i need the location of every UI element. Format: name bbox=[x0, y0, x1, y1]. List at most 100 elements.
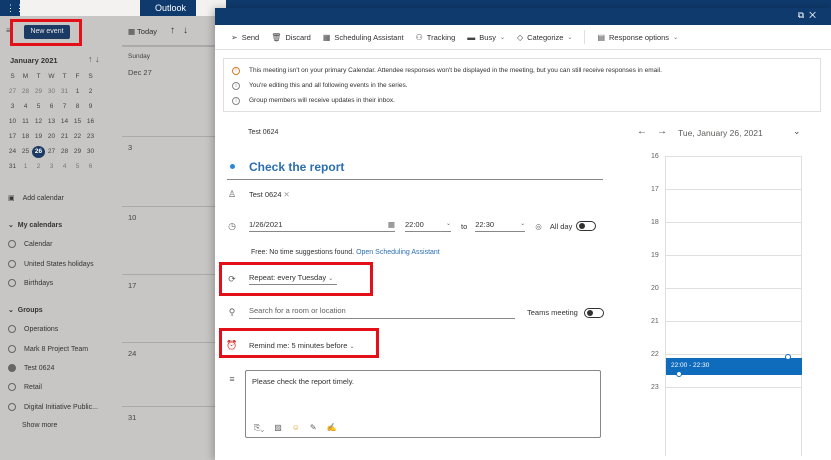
categorize-dropdown[interactable]: ◇ Categorize ⌄ bbox=[517, 33, 572, 42]
mini-calendar-day[interactable]: 4 bbox=[19, 101, 32, 113]
tracking-button[interactable]: ⚇ Tracking bbox=[416, 33, 456, 42]
mini-calendar-day[interactable]: 5 bbox=[32, 101, 45, 113]
mini-calendar-day[interactable]: 25 bbox=[19, 146, 32, 158]
end-time-select[interactable]: 22:30 ⌄ bbox=[475, 220, 526, 232]
mini-calendar-day[interactable]: 30 bbox=[45, 86, 58, 98]
mini-calendar-day[interactable]: 1 bbox=[19, 161, 32, 173]
event-body-editor[interactable]: Please check the report timely. ⎘⌄ ▨ ☺ ✎… bbox=[245, 370, 601, 438]
mini-calendar-day[interactable]: 3 bbox=[6, 101, 19, 113]
group-item-digital[interactable]: Digital Initiative Public... bbox=[8, 403, 98, 411]
mini-calendar-day[interactable]: 3 bbox=[45, 161, 58, 173]
open-scheduling-assistant-link[interactable]: Open Scheduling Assistant bbox=[356, 249, 440, 256]
search-box[interactable] bbox=[20, 0, 140, 16]
mini-calendar-day[interactable]: 11 bbox=[19, 116, 32, 128]
mini-calendar-day[interactable]: 12 bbox=[32, 116, 45, 128]
image-icon[interactable]: ▨ bbox=[274, 423, 282, 433]
mini-calendar-day[interactable]: 9 bbox=[84, 101, 97, 113]
location-pin-icon: ⚲ bbox=[228, 307, 236, 317]
mini-calendar-nav-icons[interactable]: ↑ ↓ bbox=[88, 54, 100, 64]
signature-icon[interactable]: ✍ bbox=[327, 423, 337, 433]
day-view-date[interactable]: Tue, January 26, 2021 bbox=[678, 128, 763, 138]
scheduling-assistant-button[interactable]: ▦ Scheduling Assistant bbox=[323, 33, 404, 42]
calendar-item-birthdays[interactable]: Birthdays bbox=[8, 279, 53, 287]
title-row[interactable]: Check the report bbox=[227, 158, 603, 180]
mini-calendar-day[interactable]: 14 bbox=[58, 116, 71, 128]
send-icon: ➢ bbox=[231, 32, 238, 42]
response-options-dropdown[interactable]: ▤ Response options ⌄ bbox=[597, 33, 678, 42]
attendees-row[interactable]: ♙ Test 0624 ✕ bbox=[225, 189, 290, 200]
scheduled-event-block[interactable]: 22:00 - 22:30 bbox=[666, 358, 802, 375]
calendar-item-calendar[interactable]: Calendar bbox=[8, 240, 52, 248]
format-icon[interactable]: ✎ bbox=[310, 423, 317, 433]
group-item-retail[interactable]: Retail bbox=[8, 383, 42, 391]
mini-calendar-day[interactable]: 20 bbox=[45, 131, 58, 143]
mini-calendar-day[interactable]: 22 bbox=[71, 131, 84, 143]
show-more-link[interactable]: Show more bbox=[22, 422, 57, 429]
mini-calendar-day[interactable]: 1 bbox=[71, 86, 84, 98]
add-calendar-link[interactable]: ▣ Add calendar bbox=[8, 194, 64, 203]
mini-calendar-day[interactable]: 27 bbox=[6, 86, 19, 98]
mini-calendar-day[interactable]: 6 bbox=[45, 101, 58, 113]
mini-calendar-day[interactable]: 31 bbox=[6, 161, 19, 173]
all-day-toggle[interactable] bbox=[576, 221, 597, 231]
mini-calendar-day[interactable]: 8 bbox=[71, 101, 84, 113]
calendar-name[interactable]: Test 0624 bbox=[248, 129, 278, 136]
group-item-operations[interactable]: Operations bbox=[8, 325, 58, 333]
chevron-down-icon[interactable]: ⌄ bbox=[793, 126, 801, 137]
mini-calendar-day[interactable]: 29 bbox=[71, 146, 84, 158]
popout-icon[interactable]: ⧉ bbox=[798, 10, 809, 20]
groups-header[interactable]: ⌄ Groups bbox=[8, 306, 43, 314]
group-item-mark8[interactable]: Mark 8 Project Team bbox=[8, 345, 88, 353]
group-item-test0624[interactable]: Test 0624 bbox=[8, 364, 54, 372]
mini-calendar-day[interactable]: 16 bbox=[84, 116, 97, 128]
mini-calendar-day[interactable]: 26 bbox=[32, 146, 45, 158]
event-resize-handle[interactable] bbox=[676, 371, 682, 377]
mini-calendar-day[interactable]: 31 bbox=[58, 86, 71, 98]
mini-calendar-day[interactable]: 7 bbox=[58, 101, 71, 113]
mini-calendar-day[interactable]: 30 bbox=[84, 146, 97, 158]
circle-icon bbox=[8, 279, 16, 287]
emoji-icon[interactable]: ☺ bbox=[292, 423, 300, 433]
start-time-select[interactable]: 22:00 ⌄ bbox=[405, 220, 451, 232]
date-picker[interactable]: 1/26/2021 ▦ bbox=[249, 220, 395, 232]
location-input[interactable]: Search for a room or location bbox=[249, 306, 515, 319]
mini-calendar-grid: S M T W T F S 27 28 29 30 31 1 2 3 4 5 6 7 8 9 10 11 12 13 14 15 16… bbox=[6, 71, 97, 173]
mini-calendar-day[interactable]: 13 bbox=[45, 116, 58, 128]
mini-calendar-day[interactable]: 4 bbox=[58, 161, 71, 173]
send-button[interactable]: ➢ Send bbox=[231, 33, 259, 42]
mini-calendar-day[interactable]: 17 bbox=[6, 131, 19, 143]
teams-meeting-toggle[interactable] bbox=[583, 307, 604, 318]
mini-calendar-day[interactable]: 24 bbox=[6, 146, 19, 158]
mini-calendar-day[interactable]: 23 bbox=[84, 131, 97, 143]
mini-calendar-day[interactable]: 5 bbox=[71, 161, 84, 173]
mini-calendar-day[interactable]: 27 bbox=[45, 146, 58, 158]
mini-calendar-day[interactable]: 6 bbox=[84, 161, 97, 173]
event-resize-handle[interactable] bbox=[785, 354, 791, 360]
mini-calendar-day[interactable]: 29 bbox=[32, 86, 45, 98]
weekday-label: T bbox=[36, 73, 41, 80]
discard-button[interactable]: 🗑 Discard bbox=[271, 33, 311, 42]
event-body-text[interactable]: Please check the report timely. bbox=[252, 377, 354, 386]
mini-calendar-day[interactable]: 2 bbox=[32, 161, 45, 173]
mini-calendar-day[interactable]: 2 bbox=[84, 86, 97, 98]
attendee-chip[interactable]: Test 0624 bbox=[249, 190, 282, 199]
close-icon[interactable]: ✕ bbox=[809, 10, 821, 20]
mini-calendar-day[interactable]: 10 bbox=[6, 116, 19, 128]
event-title-input[interactable]: Check the report bbox=[249, 160, 344, 174]
mini-calendar-day[interactable]: 28 bbox=[58, 146, 71, 158]
attach-icon[interactable]: ⎘⌄ bbox=[254, 423, 264, 433]
mini-calendar-day[interactable]: 15 bbox=[71, 116, 84, 128]
mini-calendar-day[interactable]: 21 bbox=[58, 131, 71, 143]
nav-arrows-icon[interactable]: ↑↓ bbox=[170, 25, 196, 36]
day-view-nav-arrows-icon[interactable]: ←→ bbox=[637, 126, 677, 137]
calendar-item-holidays[interactable]: United States holidays bbox=[8, 260, 94, 268]
today-button[interactable]: ▦ Today bbox=[128, 27, 157, 36]
info-icon: i bbox=[232, 81, 240, 90]
busy-dropdown[interactable]: ▬ Busy ⌄ bbox=[467, 33, 505, 42]
mini-calendar-day[interactable]: 19 bbox=[32, 131, 45, 143]
mini-calendar-day[interactable]: 28 bbox=[19, 86, 32, 98]
timezone-icon[interactable]: ◎ bbox=[535, 222, 542, 231]
attendee-remove-icon[interactable]: ✕ bbox=[284, 190, 290, 199]
my-calendars-header[interactable]: ⌄ My calendars bbox=[8, 221, 62, 229]
mini-calendar-day[interactable]: 18 bbox=[19, 131, 32, 143]
